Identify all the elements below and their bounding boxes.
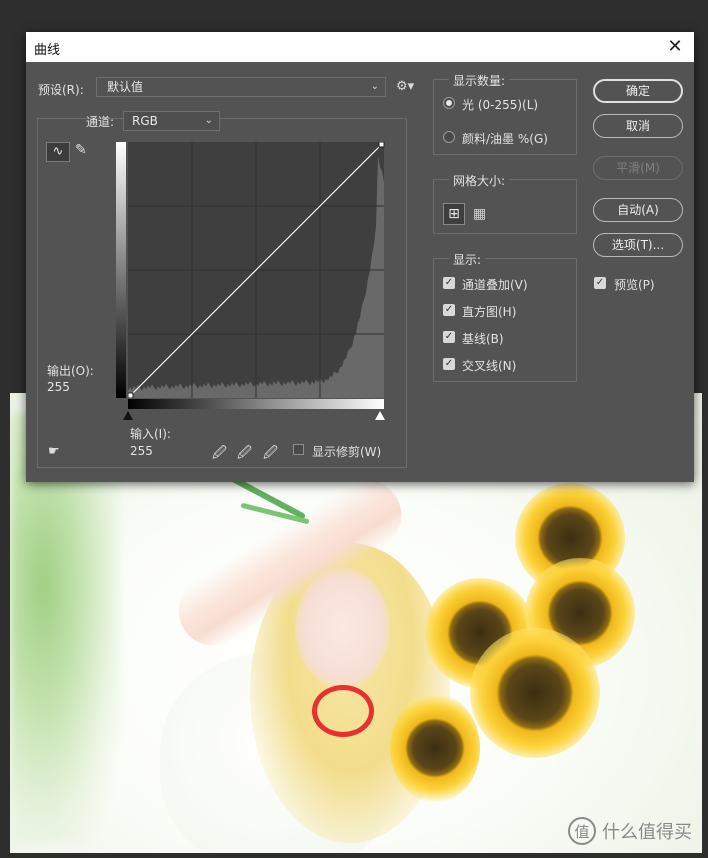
curve-edit-tool[interactable]: ∿ [46,142,70,162]
curves-dialog: 曲线 ✕ 预设(R): 默认值 ⌄ ⚙▾ 通道: RGB ⌄ ∿ ✎ 输出(O)… [26,32,694,482]
sunflower [470,628,600,758]
close-button[interactable]: ✕ [664,36,686,58]
simple-grid-icon[interactable]: ⊞ [443,203,465,225]
preset-dropdown[interactable]: 默认值 ⌄ [96,77,386,97]
face [295,568,390,688]
options-button[interactable]: 选项(T)... [593,233,683,257]
title-bar: 曲线 ✕ [26,32,694,62]
radio-pigment[interactable] [443,131,455,143]
preview-checkbox[interactable]: ✓ [594,277,606,289]
preview-label: 预览(P) [614,278,655,292]
channel-overlay-checkbox[interactable]: ✓ [443,277,455,289]
baseline-label: 基线(B) [462,332,504,346]
watermark: 值 什么值得买 [568,817,692,845]
radio-light-label: 光 (0-255)(L) [462,98,539,112]
white-point-slider[interactable] [375,411,385,420]
show-clipping-checkbox[interactable] [293,444,304,455]
show-title: 显示: [449,251,486,268]
grid-size-title: 网格大小: [449,172,510,189]
channel-dropdown[interactable]: RGB ⌄ [123,111,220,131]
intersection-line-checkbox[interactable]: ✓ [443,358,455,370]
channel-value: RGB [132,114,158,128]
preset-value: 默认值 [107,80,144,94]
detailed-grid-icon[interactable]: ▦ [473,206,486,222]
watermark-text: 什么值得买 [602,822,692,843]
red-highlight-circle [312,685,374,737]
chevron-down-icon: ⌄ [370,81,379,92]
cancel-button[interactable]: 取消 [593,114,683,138]
chevron-down-icon: ⌄ [204,115,213,126]
curve-point-black[interactable] [128,392,134,398]
radio-pigment-label: 颜料/油墨 %(G) [462,132,548,146]
curve-graph[interactable] [128,142,386,398]
intersection-line-label: 交叉线(N) [462,359,517,373]
output-label: 输出(O): [47,364,94,378]
white-eyedropper-icon[interactable]: 🖉 [263,442,278,466]
radio-light[interactable] [443,97,455,109]
input-value: 255 [130,444,153,458]
histogram-checkbox[interactable]: ✓ [443,304,455,316]
dialog-title: 曲线 [34,43,61,58]
auto-button[interactable]: 自动(A) [593,198,683,222]
black-point-slider[interactable] [123,411,133,420]
baseline-checkbox[interactable]: ✓ [443,331,455,343]
histogram-label: 直方图(H) [462,305,517,319]
gear-icon[interactable]: ⚙▾ [396,79,414,94]
output-value: 255 [47,380,70,394]
watermark-logo: 值 [568,817,596,845]
ok-button[interactable]: 确定 [593,79,683,103]
gray-eyedropper-icon[interactable]: 🖉 [237,442,252,466]
display-amount-title: 显示数量: [449,72,510,89]
output-gradient-bar [116,142,126,398]
sunflower [390,693,480,803]
pencil-icon[interactable]: ✎ [75,142,87,158]
curve-point-white[interactable] [378,142,385,148]
black-eyedropper-icon[interactable]: 🖉 [212,442,227,466]
channel-overlay-label: 通道叠加(V) [462,278,528,292]
preset-label: 预设(R): [38,83,84,97]
curve-graph-svg[interactable] [128,142,386,398]
input-gradient-bar [128,399,384,409]
show-clipping-label: 显示修剪(W) [312,445,382,459]
input-label: 输入(I): [130,427,171,441]
hand-adjust-icon[interactable]: ☛ [48,444,60,459]
channel-label: 通道: [86,115,115,129]
smooth-button[interactable]: 平滑(M) [593,156,683,180]
